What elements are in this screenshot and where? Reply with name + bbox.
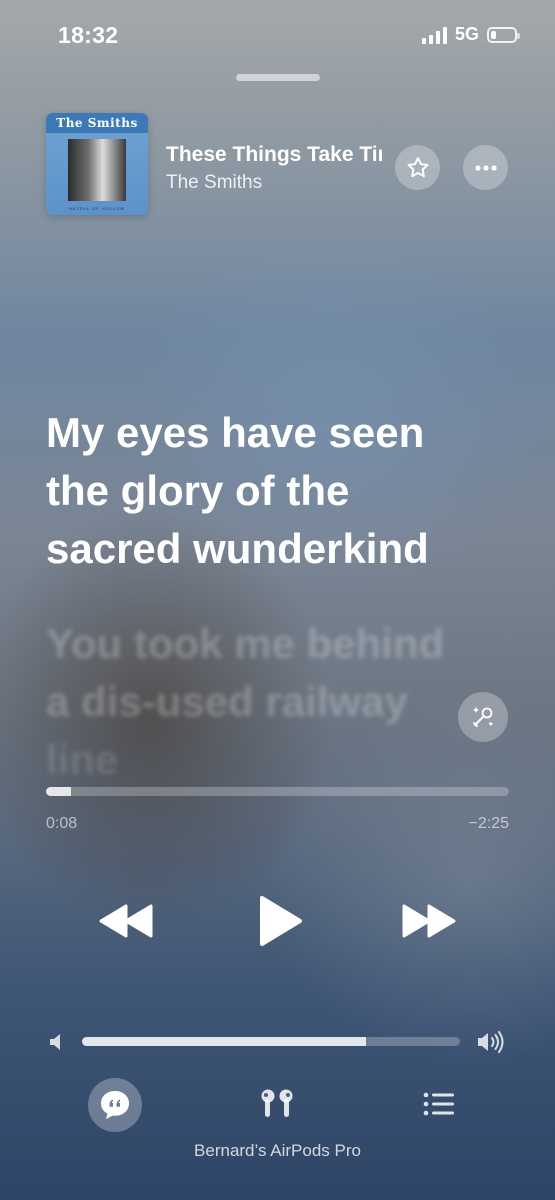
lyric-line: line: [46, 736, 119, 783]
lyric-line: My eyes have seen: [46, 409, 425, 456]
favorite-button[interactable]: [395, 145, 440, 190]
volume-slider[interactable]: [82, 1037, 460, 1046]
playback-progress-fill: [46, 787, 72, 796]
rewind-button[interactable]: [92, 892, 160, 950]
queue-button[interactable]: [418, 1084, 460, 1124]
lyric-line: the glory of the: [46, 467, 350, 514]
backward-icon: [99, 904, 153, 938]
play-icon: [260, 896, 302, 946]
speaker-high-icon: [478, 1031, 504, 1053]
speaker-low-icon: [50, 1034, 60, 1050]
play-button[interactable]: [247, 888, 313, 954]
album-art-photo: [68, 139, 126, 201]
airpods-icon: [261, 1089, 293, 1117]
album-artwork[interactable]: The Smiths HATFUL OF HOLLOW: [46, 113, 148, 215]
lyrics-button[interactable]: [88, 1078, 142, 1132]
quote-bubble-icon: [101, 1091, 129, 1119]
volume-slider-fill: [82, 1037, 366, 1046]
lyrics-next-line[interactable]: You took me behind a dis-used railway li…: [46, 615, 526, 789]
more-button[interactable]: [463, 145, 508, 190]
microphone-sparkle-icon: [473, 707, 494, 727]
sing-button[interactable]: [458, 692, 508, 742]
artist-name[interactable]: The Smiths: [166, 172, 262, 194]
status-indicators: 5G: [421, 24, 520, 45]
elapsed-time: 0:08: [46, 815, 78, 832]
lyrics-current-line[interactable]: My eyes have seen the glory of the sacre…: [46, 404, 526, 578]
audio-output-button[interactable]: [254, 1084, 300, 1124]
volume-high-button[interactable]: [476, 1030, 506, 1059]
output-device-label[interactable]: Bernard’s AirPods Pro: [0, 1141, 555, 1161]
cellular-signal-icon: [421, 26, 447, 44]
track-title[interactable]: These Things Take Time: [166, 143, 382, 167]
lyric-line: You took me behind: [46, 620, 445, 667]
volume-low-button[interactable]: [48, 1032, 64, 1057]
status-time: 18:32: [58, 22, 119, 48]
lyric-line: sacred wunderkind: [46, 525, 429, 572]
star-icon: [406, 156, 429, 177]
remaining-time: −2:25: [468, 815, 509, 832]
list-icon: [423, 1092, 454, 1116]
forward-icon: [402, 904, 456, 938]
album-art-subtitle: HATFUL OF HOLLOW: [68, 206, 126, 211]
lyric-line: a dis-used railway: [46, 678, 408, 725]
forward-button[interactable]: [395, 892, 463, 950]
ellipsis-icon: [474, 164, 497, 171]
playback-scrubber[interactable]: [46, 787, 509, 796]
album-art-title: The Smiths: [56, 116, 138, 130]
battery-icon: [487, 26, 520, 43]
sheet-grabber[interactable]: [236, 74, 320, 81]
network-type: 5G: [454, 24, 479, 44]
